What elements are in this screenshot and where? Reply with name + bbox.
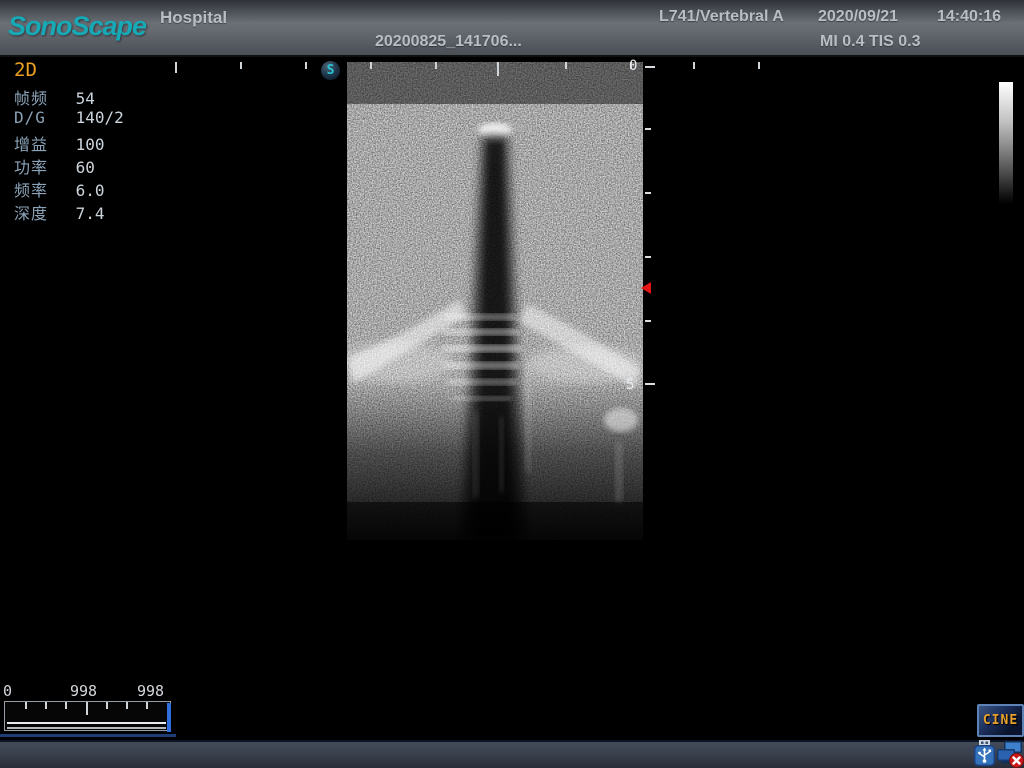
- probe-orientation-marker-icon: S: [321, 61, 340, 80]
- cine-accent-line: [0, 734, 176, 737]
- param-row-depth: 深度 7.4: [14, 200, 105, 224]
- param-label: 深度: [14, 200, 66, 224]
- width-ruler-tick: [175, 62, 177, 73]
- cine-ruler-tick: [106, 702, 108, 709]
- cine-ruler-tick: [126, 702, 128, 709]
- cine-start-frame: 0: [3, 682, 12, 700]
- cine-total-frames: 998: [137, 682, 164, 700]
- grayscale-map-bar: [999, 82, 1013, 204]
- param-value: 54: [76, 89, 95, 108]
- width-ruler-tick: [370, 62, 372, 69]
- param-row-framerate: 帧频 54: [14, 85, 95, 109]
- width-ruler-tick: [435, 62, 437, 69]
- cine-button[interactable]: CINE: [977, 704, 1024, 737]
- width-ruler-tick: [240, 62, 242, 69]
- exam-date: 2020/09/21: [818, 8, 898, 26]
- depth-ruler-tick: [645, 383, 655, 385]
- param-row-power: 功率 60: [14, 154, 95, 178]
- usb-device-icon[interactable]: [973, 740, 996, 768]
- width-ruler-center-tick: [497, 62, 499, 76]
- param-value: 6.0: [76, 181, 105, 200]
- depth-ruler-bottom-label: 5: [626, 377, 634, 393]
- taskbar: [0, 740, 1024, 768]
- cine-track-line: [7, 722, 166, 724]
- param-label: 频率: [14, 177, 66, 201]
- cine-ruler-tick: [65, 702, 67, 709]
- ultrasound-speckle-graphic: [347, 62, 643, 540]
- cine-scrubber[interactable]: [4, 701, 171, 731]
- sonoscape-logo: SonoScape: [8, 11, 146, 42]
- param-label: 帧频: [14, 85, 66, 109]
- depth-ruler-tick: [645, 192, 651, 194]
- param-row-frequency: 频率 6.0: [14, 177, 105, 201]
- param-value: 140/2: [76, 108, 124, 127]
- width-ruler-tick: [565, 62, 567, 69]
- width-ruler-tick: [305, 62, 307, 69]
- param-label: 增益: [14, 131, 66, 155]
- ultrasound-b-mode-image: [347, 62, 643, 540]
- probe-preset: L741/Vertebral A: [659, 8, 784, 26]
- clock-time: 14:40:16: [937, 8, 1001, 26]
- param-value: 100: [76, 135, 105, 154]
- param-value: 7.4: [76, 204, 105, 223]
- depth-ruler-tick: [645, 320, 651, 322]
- focus-position-marker-icon: [641, 282, 651, 294]
- width-ruler-tick: [693, 62, 695, 69]
- param-label: 功率: [14, 154, 66, 178]
- cine-ruler-tick: [45, 702, 47, 709]
- mi-tis-readout: MI 0.4 TIS 0.3: [820, 33, 920, 51]
- hospital-name: Hospital: [160, 8, 227, 28]
- cine-position-handle[interactable]: [167, 703, 171, 732]
- mode-indicator-2d: 2D: [14, 59, 37, 81]
- cine-track-line: [7, 727, 166, 729]
- cine-current-frame: 998: [70, 682, 97, 700]
- cine-ruler-tick: [25, 702, 27, 709]
- header-bar: SonoScape Hospital L741/Vertebral A 2020…: [0, 0, 1024, 57]
- ultrasound-screen: { "header": { "logo": "SonoScape", "hosp…: [0, 0, 1024, 768]
- param-row-gain: 增益 100: [14, 131, 105, 155]
- param-label: D/G: [14, 108, 66, 127]
- depth-ruler-tick: [645, 128, 651, 130]
- param-value: 60: [76, 158, 95, 177]
- cine-ruler-tick: [146, 702, 148, 709]
- depth-ruler-tick: [645, 66, 655, 68]
- width-ruler-tick: [758, 62, 760, 69]
- exam-id: 20200825_141706...: [375, 33, 522, 51]
- param-row-dg: D/G 140/2: [14, 108, 124, 127]
- cine-ruler-center-tick: [86, 702, 88, 715]
- depth-ruler-tick: [645, 256, 651, 258]
- depth-ruler-top-label: 0: [629, 58, 637, 74]
- network-disconnected-icon[interactable]: [996, 739, 1024, 768]
